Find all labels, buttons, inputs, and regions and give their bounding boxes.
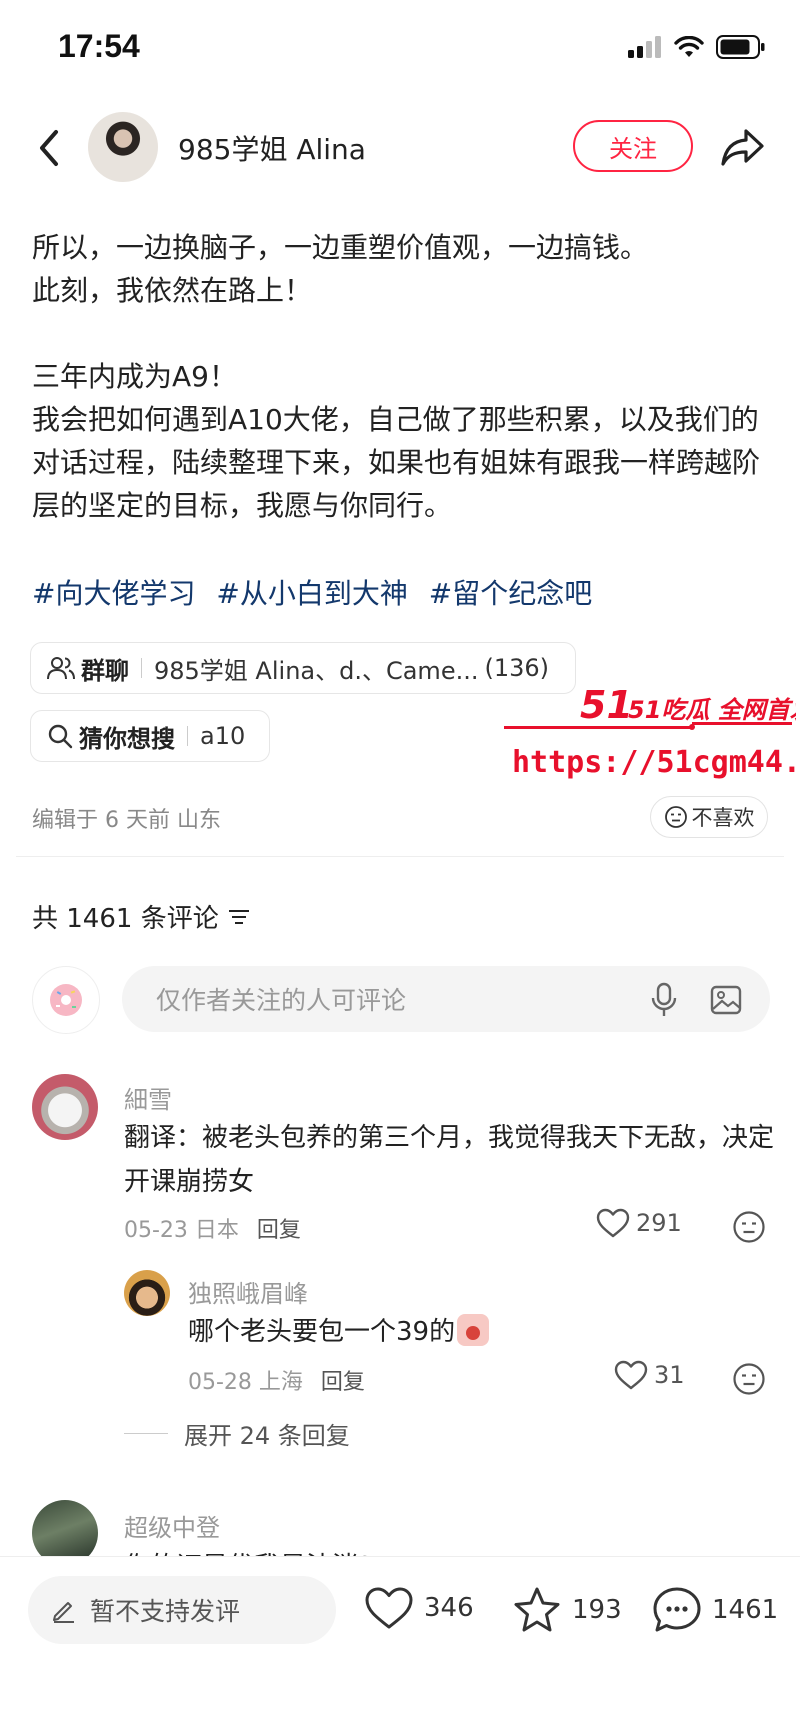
comments-count[interactable]: 共 1461 条评论 bbox=[32, 898, 251, 935]
post-like-count: 346 bbox=[424, 1593, 474, 1623]
guess-search-chip[interactable]: 猜你想搜 a10 bbox=[30, 710, 270, 762]
reply-button[interactable]: 回复 bbox=[321, 1370, 365, 1395]
group-chat-chip[interactable]: 群聊 985学姐 Alina、d.、Came... (136) bbox=[30, 642, 576, 694]
heart-icon bbox=[365, 1587, 413, 1629]
divider bbox=[16, 856, 784, 857]
comment-date-location: 05-23 日本 bbox=[124, 1218, 239, 1243]
bottom-comment-input[interactable]: 暂不支持发评 bbox=[28, 1576, 336, 1644]
post-comment-button[interactable]: 1461 bbox=[652, 1586, 778, 1634]
edit-info: 编辑于 6 天前 山东 bbox=[32, 808, 221, 833]
reply-avatar[interactable] bbox=[124, 1270, 170, 1316]
status-time: 17:54 bbox=[58, 28, 140, 64]
dislike-face-icon[interactable] bbox=[732, 1210, 766, 1244]
comment-meta: 05-23 日本 回复 bbox=[124, 1212, 301, 1244]
back-arrow-icon[interactable] bbox=[32, 120, 66, 176]
author-name[interactable]: 985学姐 Alina bbox=[178, 128, 366, 168]
dislike-button[interactable]: 不喜欢 bbox=[650, 796, 768, 838]
battery-icon bbox=[716, 35, 765, 59]
hashtag[interactable]: #留个纪念吧 bbox=[429, 577, 592, 610]
svg-text:51: 51 bbox=[580, 683, 633, 727]
hashtag[interactable]: #向大佬学习 bbox=[32, 577, 195, 610]
reply-date-location: 05-28 上海 bbox=[188, 1370, 303, 1395]
heart-icon bbox=[596, 1208, 630, 1238]
commenter-avatar[interactable] bbox=[32, 1074, 98, 1140]
heart-icon bbox=[614, 1360, 648, 1390]
post-favorite-button[interactable]: 193 bbox=[512, 1586, 622, 1634]
post-line: 三年内成为A9！ bbox=[32, 360, 237, 393]
status-icons bbox=[628, 34, 766, 60]
watermark-logo: 51 51吃瓜 全网首发 https://51cgm44.com bbox=[504, 683, 796, 780]
post-body: 所以，一边换脑子，一边重塑价值观，一边搞钱。 此刻，我依然在路上！ 三年内成为A… bbox=[32, 226, 772, 527]
donut-icon bbox=[50, 984, 82, 1016]
dislike-label: 不喜欢 bbox=[691, 806, 755, 830]
post-like-button[interactable]: 346 bbox=[364, 1586, 474, 1630]
my-avatar[interactable] bbox=[32, 966, 100, 1034]
group-chat-label: 群聊 bbox=[81, 656, 129, 685]
search-icon bbox=[48, 724, 73, 749]
reply-author-name[interactable]: 独照峨眉峰 bbox=[188, 1274, 308, 1309]
cellular-signal-icon bbox=[628, 36, 661, 58]
post-comment-count: 1461 bbox=[712, 1595, 779, 1625]
author-avatar[interactable] bbox=[88, 112, 158, 182]
share-icon[interactable] bbox=[718, 122, 768, 172]
post-line: 此刻，我依然在路上！ bbox=[32, 274, 313, 307]
image-icon[interactable] bbox=[710, 984, 742, 1016]
hashtag[interactable]: #从小白到大神 bbox=[216, 577, 407, 610]
like-count: 31 bbox=[654, 1361, 685, 1389]
expand-replies-label: 展开 24 条回复 bbox=[184, 1422, 350, 1450]
post-favorite-count: 193 bbox=[572, 1595, 622, 1625]
reply-meta: 05-28 上海 回复 bbox=[188, 1364, 365, 1396]
dislike-face-icon[interactable] bbox=[732, 1362, 766, 1396]
neutral-face-icon bbox=[664, 806, 687, 828]
like-count: 291 bbox=[636, 1209, 682, 1237]
comment-text: 翻译：被老头包养的第三个月，我觉得我天下无敌，决定开课崩捞女 bbox=[124, 1123, 775, 1197]
comment-input-placeholder: 仅作者关注的人可评论 bbox=[156, 986, 407, 1015]
expand-replies-button[interactable]: 展开 24 条回复 bbox=[124, 1416, 350, 1451]
group-users-icon bbox=[47, 657, 75, 680]
group-chat-members: 985学姐 Alina、d.、Came... bbox=[154, 656, 479, 685]
commenter-name[interactable]: 細雪 bbox=[124, 1080, 172, 1115]
guess-search-label: 猜你想搜 bbox=[79, 724, 175, 753]
watermark-url: https://51cgm44.com bbox=[512, 745, 796, 780]
star-icon bbox=[514, 1587, 560, 1632]
guess-search-term: a10 bbox=[200, 722, 246, 750]
commenter-name[interactable]: 超级中登 bbox=[124, 1508, 220, 1543]
post-line: 我会把如何遇到A10大佬，自己做了那些积累，以及我们的对话过程，陆续整理下来，如… bbox=[32, 403, 761, 522]
reply-like-button[interactable]: 31 bbox=[614, 1360, 685, 1390]
sort-filter-icon[interactable] bbox=[227, 907, 251, 927]
watermark-brand: 51吃瓜 全网首发 bbox=[628, 696, 796, 724]
bottom-input-label: 暂不支持发评 bbox=[90, 1597, 241, 1626]
reply-button[interactable]: 回复 bbox=[257, 1218, 301, 1243]
comment-like-button[interactable]: 291 bbox=[596, 1208, 682, 1238]
crying-emoji-icon bbox=[457, 1314, 490, 1346]
post-line: 所以，一边换脑子，一边重塑价值观，一边搞钱。 bbox=[32, 231, 649, 264]
wifi-icon bbox=[674, 36, 704, 57]
reply-text: 哪个老头要包一个39的 bbox=[188, 1310, 490, 1354]
post-tags: #向大佬学习 #从小白到大神 #留个纪念吧 bbox=[32, 572, 604, 612]
reply-text-content: 哪个老头要包一个39的 bbox=[188, 1317, 456, 1347]
follow-button[interactable]: 关注 bbox=[573, 120, 693, 172]
microphone-icon[interactable] bbox=[648, 982, 680, 1018]
comment-bubble-icon bbox=[653, 1587, 701, 1632]
pencil-icon bbox=[53, 1602, 74, 1623]
comments-count-text: 共 1461 条评论 bbox=[32, 904, 219, 934]
